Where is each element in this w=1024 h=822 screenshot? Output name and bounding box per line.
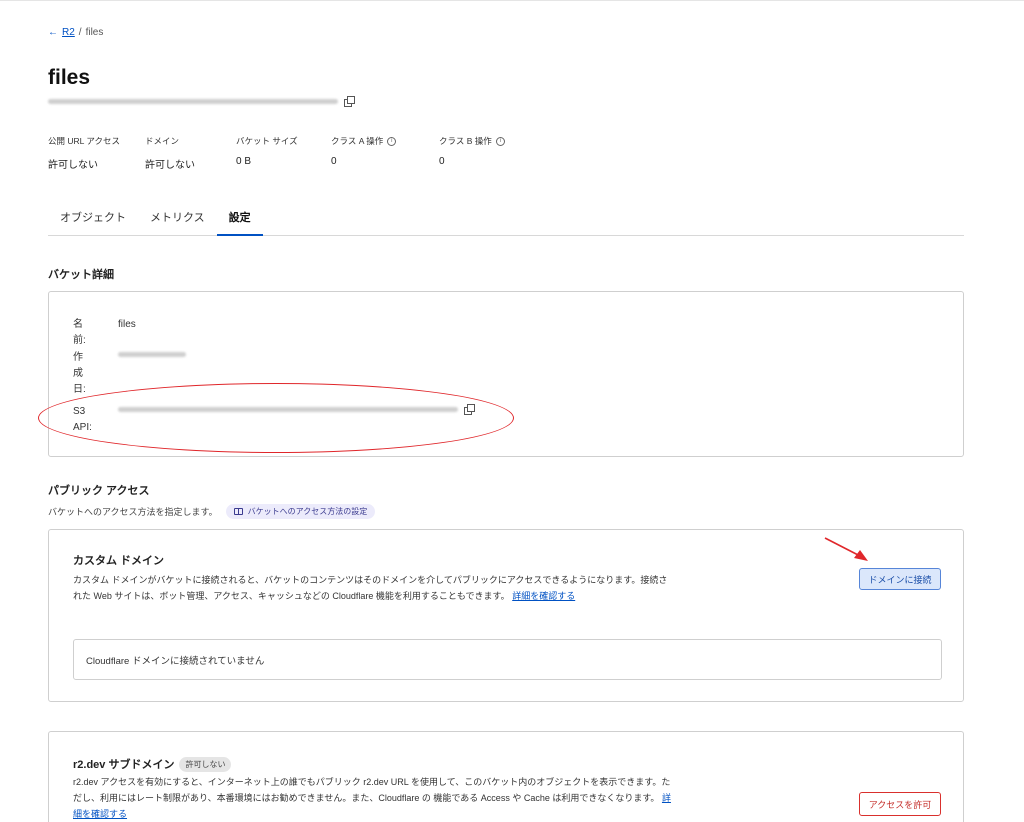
public-access-description: バケットへのアクセス方法を指定します。 バケットへのアクセス方法の設定 — [48, 504, 376, 519]
custom-domain-title: カスタム ドメイン — [73, 555, 165, 567]
custom-domain-description: カスタム ドメインがバケットに接続されると、バケットのコンテンツはそのドメインを… — [73, 575, 668, 601]
detail-row-created: 作成日: — [73, 350, 186, 398]
redacted-created-date — [118, 352, 186, 357]
top-border — [0, 0, 1024, 2]
stat-label: バケット サイズ — [236, 136, 298, 146]
r2dev-title: r2.dev サブドメイン 許可しない — [73, 756, 232, 772]
bucket-url-row — [48, 96, 355, 107]
stat-label: 公開 URL アクセス — [48, 136, 120, 146]
custom-domain-empty-state: Cloudflare ドメインに接続されていません — [73, 639, 942, 680]
detail-value — [118, 352, 186, 357]
stat-bucket-size: バケット サイズ 0 B — [236, 135, 331, 171]
stat-value: 0 B — [236, 156, 252, 167]
r2dev-text: r2.dev アクセスを有効にすると、インターネット上の誰でもパブリック r2.… — [73, 774, 673, 822]
stat-value: 許可しない — [48, 160, 98, 171]
detail-label: 名前: — [73, 319, 86, 346]
connect-domain-button[interactable]: ドメインに接続 — [859, 568, 941, 590]
allow-access-button[interactable]: アクセスを許可 — [859, 792, 941, 816]
copy-icon[interactable] — [464, 404, 475, 415]
detail-row-s3-api: S3 API: — [73, 404, 475, 436]
description-text: バケットへのアクセス方法を指定します。 — [48, 507, 218, 517]
bucket-details-heading: バケット詳細 — [48, 269, 114, 281]
public-access-heading: パブリック アクセス — [48, 485, 150, 497]
learn-more-link[interactable]: 詳細を確認する — [512, 591, 575, 601]
bucket-details-card: 名前: files 作成日: S3 API: — [48, 291, 964, 457]
breadcrumb-link-r2[interactable]: R2 — [62, 27, 75, 38]
stat-value: 0 — [439, 156, 445, 167]
page-title: files — [48, 66, 91, 89]
breadcrumb-separator: / — [78, 27, 82, 38]
detail-value: files — [118, 319, 136, 330]
breadcrumb-current: files — [85, 27, 104, 38]
bucket-stats: 公開 URL アクセス 許可しない ドメイン 許可しない バケット サイズ 0 … — [48, 135, 539, 171]
status-badge: 許可しない — [179, 756, 232, 772]
redacted-s3-api-url — [118, 407, 458, 412]
tab-objects[interactable]: オブジェクト — [48, 205, 138, 236]
custom-domain-card: カスタム ドメイン カスタム ドメインがバケットに接続されると、バケットのコンテ… — [48, 529, 964, 702]
stat-value: 許可しない — [145, 160, 195, 171]
stat-public-url: 公開 URL アクセス 許可しない — [48, 135, 145, 171]
r2dev-card: r2.dev サブドメイン 許可しない r2.dev アクセスを有効にすると、イ… — [48, 731, 964, 822]
stat-label: クラス B 操作 i — [439, 135, 539, 147]
detail-value — [118, 404, 475, 415]
info-icon[interactable]: i — [387, 136, 397, 146]
stat-label: クラス A 操作 i — [331, 135, 439, 147]
stat-class-b: クラス B 操作 i 0 — [439, 135, 539, 171]
r2dev-title-text: r2.dev サブドメイン — [73, 759, 175, 771]
book-icon — [233, 508, 243, 515]
detail-label: 作成日: — [73, 352, 86, 395]
copy-icon[interactable] — [344, 96, 355, 107]
stat-label: ドメイン — [145, 136, 180, 146]
info-icon[interactable]: i — [495, 136, 505, 146]
stat-class-a: クラス A 操作 i 0 — [331, 135, 439, 171]
tab-metrics[interactable]: メトリクス — [138, 205, 217, 236]
detail-label: S3 API: — [73, 406, 92, 433]
detail-row-name: 名前: files — [73, 317, 136, 349]
stat-domain: ドメイン 許可しない — [145, 135, 236, 171]
r2dev-description: r2.dev アクセスを有効にすると、インターネット上の誰でもパブリック r2.… — [73, 777, 671, 803]
help-pill-label: バケットへのアクセス方法の設定 — [247, 507, 368, 516]
redacted-bucket-url — [48, 99, 338, 104]
tab-bar: オブジェクト メトリクス 設定 — [48, 205, 964, 236]
custom-domain-text: カスタム ドメインがバケットに接続されると、バケットのコンテンツはそのドメインを… — [73, 572, 673, 604]
stat-label-text: クラス B 操作 — [439, 136, 492, 146]
breadcrumb: ← R2 / files — [48, 27, 103, 38]
stat-label-text: クラス A 操作 — [331, 136, 384, 146]
back-arrow-icon[interactable]: ← — [48, 27, 58, 38]
tab-settings[interactable]: 設定 — [216, 205, 263, 236]
stat-value: 0 — [331, 156, 337, 167]
help-pill[interactable]: バケットへのアクセス方法の設定 — [225, 504, 376, 519]
